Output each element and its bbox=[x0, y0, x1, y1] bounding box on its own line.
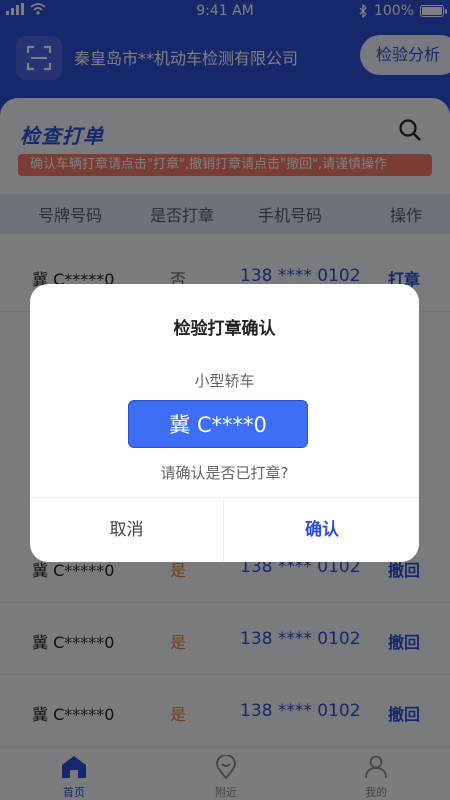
app-screen: 9:41 AM 100% 秦皇岛市**机动车检测有限公司 检验分析 检查打单 bbox=[0, 0, 450, 800]
dialog-vehicle-type: 小型轿车 bbox=[194, 372, 255, 390]
confirm-button[interactable]: 确认 bbox=[225, 498, 419, 562]
dialog-question: 请确认是否已打章? bbox=[160, 464, 289, 482]
dialog-license-plate: 冀 C****0 bbox=[128, 400, 308, 448]
confirm-dialog: 检验打章确认 小型轿车 冀 C****0 请确认是否已打章? 取消 确认 bbox=[30, 284, 419, 562]
dialog-actions: 取消 确认 bbox=[30, 497, 419, 562]
dialog-title: 检验打章确认 bbox=[173, 319, 276, 339]
cancel-button[interactable]: 取消 bbox=[30, 498, 224, 562]
